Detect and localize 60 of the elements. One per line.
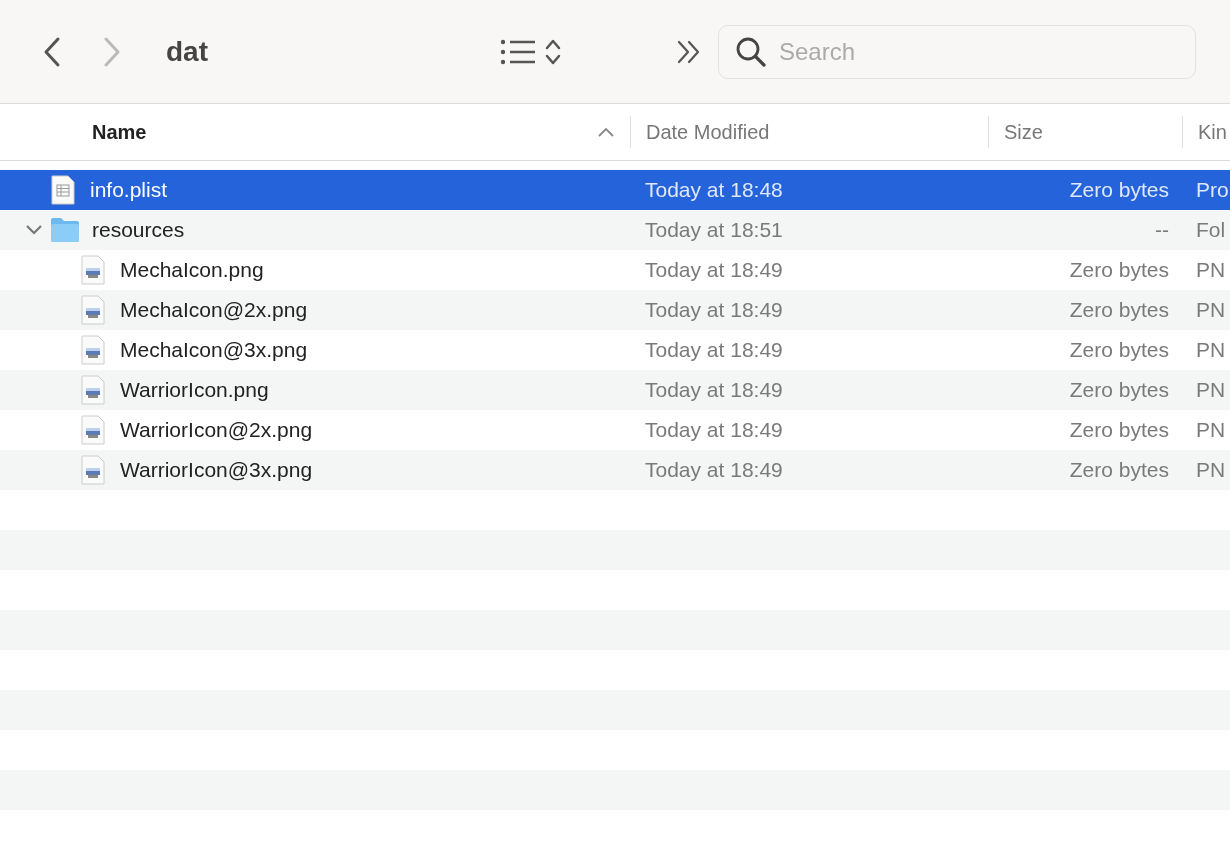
folder-title: dat (166, 35, 208, 68)
folder-icon (50, 217, 80, 243)
date-modified: Today at 18:49 (645, 458, 784, 482)
file-name: resources (92, 218, 185, 242)
disclosure-chevron-icon[interactable] (25, 224, 43, 236)
file-name: WarriorIcon@3x.png (120, 458, 313, 482)
list-icon (500, 38, 536, 65)
date-modified: Today at 18:48 (645, 178, 784, 202)
date-modified: Today at 18:49 (645, 258, 784, 282)
file-size: -- (1155, 218, 1169, 242)
file-name: MechaIcon.png (120, 258, 264, 282)
file-row[interactable]: WarriorIcon.png Today at 18:49 Zero bytes PN (0, 370, 1230, 410)
image-file-icon (80, 295, 106, 325)
file-kind: PN (1196, 298, 1227, 322)
date-modified: Today at 18:49 (645, 298, 784, 322)
file-row[interactable]: MechaIcon@2x.png Today at 18:49 Zero bytes PN (0, 290, 1230, 330)
image-file-icon (80, 255, 106, 285)
file-kind: PN (1196, 338, 1227, 362)
document-icon (50, 175, 76, 205)
file-size: Zero bytes (1069, 258, 1169, 282)
column-header[interactable]: Name (92, 120, 147, 144)
column-header[interactable]: Kin (1198, 120, 1227, 144)
image-file-icon (80, 375, 106, 405)
file-kind: PN (1196, 458, 1227, 482)
date-modified: Today at 18:51 (645, 218, 784, 242)
file-kind: PN (1196, 258, 1227, 282)
date-modified: Today at 18:49 (645, 418, 784, 442)
file-size: Zero bytes (1069, 458, 1169, 482)
file-row[interactable]: resources Today at 18:51 -- Fol (0, 210, 1230, 250)
file-kind: Pro (1196, 178, 1230, 202)
file-size: Zero bytes (1069, 298, 1169, 322)
file-row[interactable]: info.plist Today at 18:48 Zero bytes Pro (0, 170, 1230, 210)
file-kind: PN (1196, 378, 1227, 402)
search-field[interactable]: Search (718, 24, 1196, 79)
file-name: MechaIcon@2x.png (120, 298, 308, 322)
file-row[interactable]: WarriorIcon@3x.png Today at 18:49 Zero bytes PN (0, 450, 1230, 490)
search-input[interactable]: Search (777, 36, 1161, 67)
file-row[interactable]: WarriorIcon@2x.png Today at 18:49 Zero bytes PN (0, 410, 1230, 450)
sort-chevron-icon[interactable] (598, 127, 614, 137)
search-icon (735, 35, 767, 68)
file-kind: PN (1196, 418, 1227, 442)
image-file-icon (80, 455, 106, 485)
file-name: WarriorIcon.png (120, 378, 269, 402)
file-row[interactable]: MechaIcon.png Today at 18:49 Zero bytes PN (0, 250, 1230, 290)
file-row[interactable]: MechaIcon@3x.png Today at 18:49 Zero bytes PN (0, 330, 1230, 370)
file-name: WarriorIcon@2x.png (120, 418, 313, 442)
date-modified: Today at 18:49 (645, 378, 784, 402)
file-size: Zero bytes (1069, 378, 1169, 402)
file-size: Zero bytes (1069, 178, 1169, 202)
date-modified: Today at 18:49 (645, 338, 784, 362)
file-size: Zero bytes (1069, 418, 1169, 442)
file-name: MechaIcon@3x.png (120, 338, 308, 362)
up-down-chevron-icon (544, 37, 562, 66)
file-name: info.plist (90, 178, 168, 202)
file-kind: Fol (1196, 218, 1227, 242)
column-header[interactable]: Size (1004, 120, 1043, 144)
column-header[interactable]: Date Modified (646, 120, 770, 144)
file-size: Zero bytes (1069, 338, 1169, 362)
image-file-icon (80, 335, 106, 365)
image-file-icon (80, 415, 106, 445)
